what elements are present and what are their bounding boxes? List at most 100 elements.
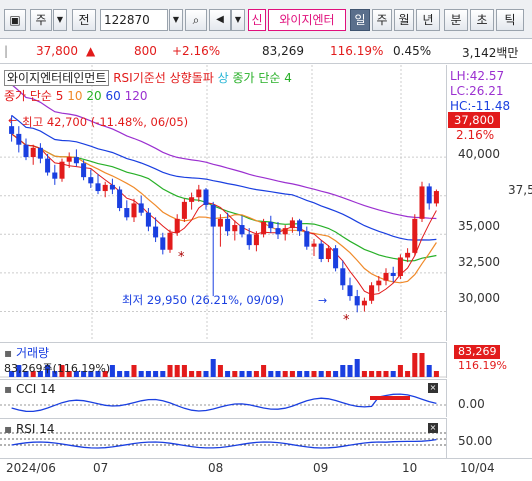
current-price: 37,800: [36, 44, 78, 58]
volume-bar: [189, 371, 195, 377]
candle-body: [383, 272, 389, 281]
cci-y-axis: 0.00: [448, 379, 532, 417]
y-tick-30000: 30,000: [458, 291, 500, 305]
candle-body: [268, 221, 274, 229]
code-label[interactable]: 전: [72, 9, 96, 31]
volume-value-label: 83,269주(116.19%): [4, 362, 111, 375]
candle-body: [9, 126, 15, 134]
audio-dropdown-icon[interactable]: ▼: [231, 9, 245, 31]
rsi-signal-label: RSI기준선 상향돌파: [113, 71, 214, 85]
volume-bar: [311, 371, 317, 377]
volume-bar: [419, 353, 425, 377]
volume-bar: [340, 365, 346, 377]
candle-body: [189, 197, 195, 202]
x-label-08: 08: [208, 461, 224, 475]
period-second-button[interactable]: 초: [470, 9, 494, 31]
candle-body: [376, 280, 382, 286]
candle-body: [333, 248, 339, 269]
search-icon[interactable]: ⌕: [185, 9, 207, 31]
y-tick-37500: 37,500: [508, 183, 532, 197]
volume-bar: [289, 371, 295, 377]
volume-bar: [325, 371, 331, 377]
volume-bar: [304, 371, 310, 377]
ma-120-label: 120: [124, 89, 148, 103]
candle-body: [246, 234, 252, 246]
audio-icon[interactable]: ◀: [209, 9, 231, 31]
x-label-07: 07: [93, 461, 109, 475]
rsi-panel[interactable]: ▪ RSI 14 ×: [0, 418, 447, 458]
current-price-tag: 37,800: [448, 112, 500, 128]
turnover-rate: 0.45%: [393, 44, 432, 58]
candle-body: [102, 184, 108, 192]
volume-bar: [333, 371, 339, 377]
volume-bar: [124, 371, 130, 377]
candle-body: [318, 243, 324, 260]
volume-bar: [405, 371, 411, 377]
ma-60-line: [11, 114, 437, 241]
rsi-close-icon[interactable]: ×: [428, 423, 438, 433]
candle-body: [196, 189, 202, 198]
candle-body: [225, 218, 231, 232]
volume-bar: [167, 365, 173, 377]
market-select[interactable]: 주: [30, 9, 52, 31]
volume-bar: [203, 371, 209, 377]
cci-panel[interactable]: ▪ CCI 14 ×: [0, 379, 447, 417]
ma-60-label: 60: [105, 89, 121, 103]
candle-body: [405, 252, 411, 258]
candle-body: [181, 201, 187, 219]
ma-20-line: [11, 133, 437, 262]
x-label-10: 10: [402, 461, 418, 475]
ma-20-label: 20: [86, 89, 102, 103]
volume-bar: [397, 365, 403, 377]
candle-body: [239, 225, 245, 235]
candle-body: [369, 285, 375, 301]
stock-name[interactable]: 와이지엔터: [268, 9, 346, 31]
cci-header: ▪ CCI 14: [4, 382, 55, 396]
candle-body: [282, 228, 288, 235]
stock-code-input[interactable]: 122870: [100, 9, 168, 31]
cci-chart[interactable]: [0, 380, 447, 418]
candle-body: [354, 296, 360, 306]
lc-stat: LC:26.21: [450, 84, 504, 98]
rsi-header: ▪ RSI 14: [4, 422, 55, 436]
price-chart-panel[interactable]: * * → ← 와이지엔터테인먼트 RSI기준선 상향돌파 상 종가 단순 4 종가 …: [0, 65, 447, 341]
low-annotation: 최저 29,950 (26.21%, 09/09): [122, 293, 284, 307]
window-icon[interactable]: ▣: [4, 9, 26, 31]
candle-body: [37, 147, 43, 159]
period-day-button[interactable]: 일: [350, 9, 370, 31]
candle-body: [433, 191, 439, 204]
volume-bar: [217, 365, 223, 377]
price-y-axis: LH:42.57 LC:26.21 HC:-11.48 40,000 37,50…: [448, 65, 532, 341]
rsi-chart[interactable]: [0, 419, 447, 459]
volume-panel[interactable]: ▪ 거래량 83,269주(116.19%): [0, 342, 447, 378]
sang-label: 상: [217, 71, 229, 85]
volume-bar: [282, 371, 288, 377]
y-tick-32500: 32,500: [458, 255, 500, 269]
period-tick-button[interactable]: 틱: [496, 9, 524, 31]
volume-value: 83,269: [262, 44, 304, 58]
volume-bar: [181, 365, 187, 377]
volume-bar: [225, 371, 231, 377]
candle-body: [289, 220, 295, 229]
code-dropdown-icon[interactable]: ▼: [169, 9, 183, 31]
volume-bar: [117, 371, 123, 377]
candle-body: [419, 186, 425, 219]
high-arrow-icon: ←: [8, 114, 17, 127]
candle-body: [232, 225, 238, 232]
period-year-button[interactable]: 년: [416, 9, 440, 31]
candle-body: [45, 158, 51, 173]
candle-body: [174, 218, 180, 233]
star-marker: *: [343, 313, 350, 328]
period-month-button[interactable]: 월: [394, 9, 414, 31]
period-week-button[interactable]: 주: [372, 9, 392, 31]
volume-bar: [210, 359, 216, 377]
volume-bar: [347, 365, 353, 377]
candle-body: [275, 228, 281, 235]
cci-close-icon[interactable]: ×: [428, 383, 438, 393]
rsi-line: [11, 438, 437, 449]
period-minute-button[interactable]: 분: [444, 9, 468, 31]
candle-body: [124, 208, 130, 218]
market-dropdown-icon[interactable]: ▼: [53, 9, 67, 31]
rsi-title: RSI 14: [15, 422, 55, 436]
chart-title: 와이지엔터테인먼트: [4, 70, 110, 86]
